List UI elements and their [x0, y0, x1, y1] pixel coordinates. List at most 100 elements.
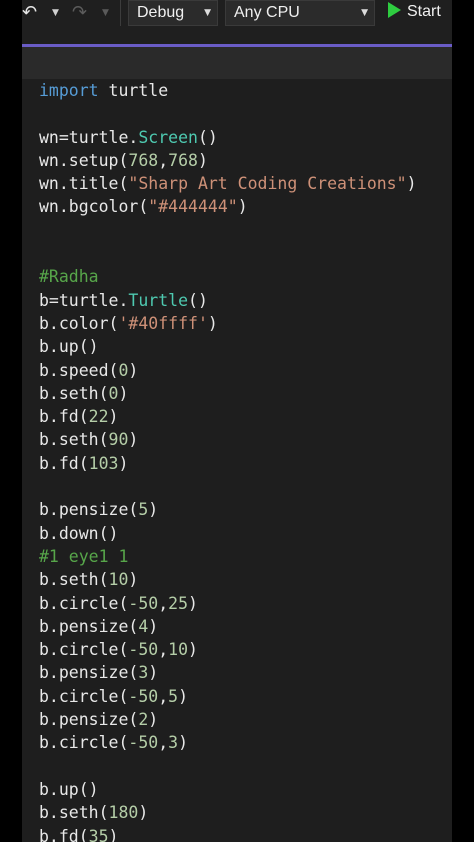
code-token: ) — [197, 150, 208, 170]
start-button[interactable]: Start — [388, 0, 441, 26]
code-line[interactable] — [39, 219, 417, 242]
toolbar: ↶ ▼ ↷ ▼ Debug ▼ Any CPU ▼ Start — [22, 0, 452, 44]
code-line[interactable]: b.seth(0) — [39, 382, 417, 405]
code-token: b.fd( — [39, 453, 89, 473]
code-line[interactable]: wn.setup(768,768) — [39, 149, 417, 172]
code-token: 10 — [108, 570, 129, 590]
code-token: -50 — [128, 686, 159, 706]
code-line[interactable]: #1 eye1 1 — [39, 545, 417, 568]
code-line[interactable]: b.down() — [39, 522, 417, 545]
code-line[interactable]: wn.title("Sharp Art Coding Creations") — [39, 172, 417, 195]
code-line[interactable]: b.circle(-50,5) — [39, 685, 417, 708]
code-token: b.pensize( — [39, 710, 139, 730]
code-token: b.pensize( — [39, 616, 139, 636]
code-token: b.speed( — [39, 360, 119, 380]
code-token: b.circle( — [39, 640, 129, 660]
code-token: b.seth( — [39, 570, 109, 590]
code-line[interactable]: #Radha — [39, 265, 417, 288]
configuration-value: Debug — [137, 4, 185, 21]
code-token: import — [39, 81, 99, 100]
code-content[interactable]: import turtle wn=turtle.Screen() wn.setup… — [39, 79, 417, 842]
code-line[interactable] — [39, 755, 417, 778]
code-token: -50 — [128, 593, 159, 613]
undo-icon[interactable]: ↶ — [22, 2, 37, 24]
code-line[interactable]: b.up() — [39, 778, 417, 801]
code-token: 35 — [88, 826, 109, 842]
code-line[interactable]: b.circle(-50,10) — [39, 638, 417, 661]
code-line[interactable]: b.seth(10) — [39, 568, 417, 591]
code-line[interactable]: b.seth(90) — [39, 428, 417, 451]
code-line[interactable]: b.up() — [39, 335, 417, 358]
code-token: 0 — [108, 383, 119, 403]
code-token: 2 — [138, 710, 149, 730]
code-token: () — [188, 290, 208, 310]
code-token: 3 — [168, 733, 179, 753]
code-line[interactable]: b.fd(35) — [39, 825, 417, 842]
code-line[interactable]: b.circle(-50,3) — [39, 731, 417, 754]
code-token: ) — [118, 383, 129, 403]
code-token: b.up() — [39, 779, 99, 799]
code-token: wn.bgcolor( — [39, 197, 149, 217]
code-token: "#444444" — [148, 197, 238, 217]
code-token: 103 — [88, 453, 119, 473]
code-token: ) — [178, 686, 189, 706]
code-line[interactable]: b.seth(180) — [39, 801, 417, 824]
code-token: #1 eye1 1 — [39, 546, 129, 566]
redo-icon[interactable]: ↷ — [72, 2, 87, 24]
code-token: ) — [188, 593, 198, 613]
code-token: b.fd( — [39, 826, 89, 842]
code-line[interactable]: b.pensize(5) — [39, 498, 417, 521]
code-token: b.color( — [39, 313, 119, 333]
code-token: Turtle — [128, 290, 189, 310]
code-line[interactable]: wn=turtle.Screen() — [39, 126, 417, 149]
code-line[interactable] — [39, 475, 417, 498]
redo-dropdown-icon[interactable]: ▼ — [102, 4, 109, 22]
platform-dropdown[interactable]: Any CPU ▼ — [225, 0, 375, 26]
code-line[interactable]: b.fd(103) — [39, 452, 417, 475]
code-line[interactable] — [39, 102, 417, 125]
code-token: 90 — [108, 430, 129, 450]
code-token: 10 — [168, 640, 189, 660]
code-line[interactable]: import turtle — [39, 79, 417, 102]
platform-value: Any CPU — [234, 4, 300, 21]
code-line[interactable]: b.pensize(2) — [39, 708, 417, 731]
code-token: ) — [207, 313, 218, 333]
code-token: , — [158, 640, 169, 660]
code-token: b.up() — [39, 337, 99, 357]
code-token: 768 — [168, 150, 198, 170]
code-token: ) — [148, 616, 159, 636]
code-token: , — [158, 593, 169, 613]
code-token: 0 — [118, 360, 129, 380]
configuration-dropdown[interactable]: Debug ▼ — [128, 0, 218, 26]
code-token: b.down() — [39, 523, 119, 543]
code-token: ) — [406, 174, 417, 194]
code-line[interactable]: b=turtle.Turtle() — [39, 289, 417, 312]
chevron-down-icon: ▼ — [361, 8, 368, 18]
code-token: () — [197, 127, 218, 147]
ide-window: ↶ ▼ ↷ ▼ Debug ▼ Any CPU ▼ Start import t… — [22, 0, 452, 842]
code-line[interactable]: b.circle(-50,25) — [39, 592, 417, 615]
code-token: ) — [108, 826, 119, 842]
code-token: turtle — [98, 81, 169, 100]
code-token: ) — [178, 733, 189, 753]
code-line[interactable] — [39, 242, 417, 265]
code-token: b.circle( — [39, 733, 129, 753]
code-token: 180 — [108, 803, 139, 823]
code-line[interactable]: b.speed(0) — [39, 359, 417, 382]
code-line[interactable]: wn.bgcolor("#444444") — [39, 195, 417, 218]
code-token: 25 — [168, 593, 189, 613]
code-token: ) — [128, 570, 139, 590]
code-line[interactable]: b.pensize(4) — [39, 615, 417, 638]
undo-dropdown-icon[interactable]: ▼ — [52, 4, 59, 22]
code-token: b.fd( — [39, 407, 89, 427]
code-line[interactable]: b.color('#40ffff') — [39, 312, 417, 335]
code-line[interactable]: b.pensize(3) — [39, 661, 417, 684]
code-line[interactable]: b.fd(22) — [39, 405, 417, 428]
code-editor[interactable]: import turtle wn=turtle.Screen() wn.setup… — [22, 79, 452, 842]
document-tab-strip — [22, 47, 452, 79]
code-token: ) — [148, 500, 159, 520]
code-token: '#40ffff' — [118, 313, 208, 333]
code-token: Screen — [138, 127, 198, 147]
code-token: , — [158, 686, 169, 706]
code-token: b.circle( — [39, 593, 129, 613]
